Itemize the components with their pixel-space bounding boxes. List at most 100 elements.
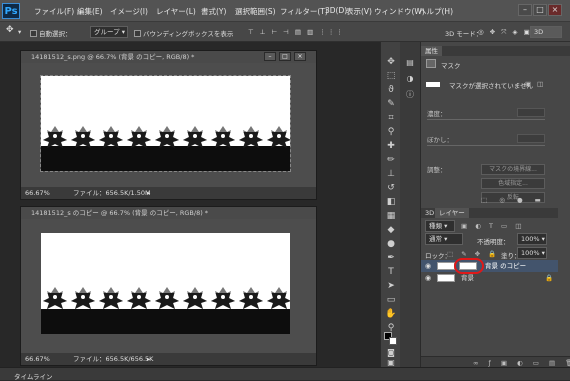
background-color-swatch[interactable]	[389, 337, 397, 345]
doc1-canvas-area[interactable]	[21, 63, 316, 187]
hand-tool-icon[interactable]: ✋	[384, 308, 398, 321]
dodge-tool-icon[interactable]: ●	[384, 238, 398, 251]
feather-slider[interactable]	[427, 145, 545, 146]
document-2-title[interactable]: 14181512_s のコピー @ 66.7% (背景 のコピー, RGB/8)…	[21, 207, 316, 219]
properties-tab[interactable]: 属性	[421, 46, 442, 56]
doc2-lace-pattern	[41, 283, 290, 311]
tool-preset-arrow-icon[interactable]: ▾	[18, 28, 21, 36]
menu-select[interactable]: 選択範囲(S)	[235, 6, 276, 17]
menu-image[interactable]: イメージ(I)	[110, 6, 148, 17]
menu-file[interactable]: ファイル(F)	[34, 6, 74, 17]
menu-edit[interactable]: 編集(E)	[77, 6, 103, 17]
doc1-status-arrow-icon[interactable]: ▸	[147, 187, 150, 199]
mask-thumb-icon	[426, 82, 440, 87]
doc2-canvas-area[interactable]	[21, 219, 316, 353]
auto-select-target-dropdown[interactable]: グループ ▾	[90, 26, 128, 38]
align-icons[interactable]: ⊤ ⊥ ⊢ ⊣ ▤ ▥ ⋮⋮⋮	[248, 28, 345, 36]
visibility-eye-icon[interactable]: ◉	[425, 260, 431, 272]
layers-tab[interactable]: レイヤー	[435, 208, 469, 218]
document-window-2[interactable]: 14181512_s のコピー @ 66.7% (背景 のコピー, RGB/8)…	[20, 206, 317, 366]
doc2-status-bar: 66.67% ファイル：656.5K/656.5K ▸	[21, 353, 316, 365]
menu-view[interactable]: 表示(V)	[346, 6, 372, 17]
info-panel-icon[interactable]: ⓘ	[403, 88, 417, 101]
vector-mask-icon[interactable]: ◫	[537, 80, 543, 88]
menu-bar: Ps ファイル(F) 編集(E) イメージ(I) レイヤー(L) 書式(Y) 選…	[0, 0, 570, 22]
doc1-minimize-button[interactable]: –	[264, 52, 276, 61]
options-bar: ✥ ▾ 自動選択： グループ ▾ バウンディングボックスを表示 ⊤ ⊥ ⊢ ⊣ …	[0, 22, 570, 42]
bottom-status-bar: タイムライン	[0, 367, 570, 381]
layers-tab-bar: 3D レイヤー	[421, 208, 558, 218]
mask-title: マスク	[441, 62, 461, 70]
path-select-tool-icon[interactable]: ➤	[384, 280, 398, 293]
minimize-button[interactable]: –	[518, 4, 532, 16]
pixel-mask-icon[interactable]: ▣	[525, 80, 531, 88]
lock-icon: 🔒	[545, 274, 554, 282]
menu-help[interactable]: ヘルプ(H)	[419, 6, 453, 17]
history-panel-icon[interactable]: ▤	[403, 56, 417, 69]
right-panels: 属性 マスク マスクが選択されていません ▣ ◫ 濃度： ぼかし： 調整： マス…	[420, 42, 570, 367]
move-tool-icon[interactable]: ✥	[6, 25, 14, 35]
menu-window[interactable]: ウィンドウ(W)	[374, 6, 425, 17]
doc2-black-band	[41, 309, 290, 334]
brush-tool-icon[interactable]: ✏	[384, 154, 398, 167]
color-range-button[interactable]: 色域指定...	[481, 178, 545, 189]
move-tool-icon[interactable]: ✥	[384, 56, 398, 69]
doc1-maximize-button[interactable]: □	[279, 52, 291, 61]
feather-field[interactable]	[517, 134, 545, 143]
collapsed-panel-strip: ▤ ◑ ⓘ	[400, 42, 420, 367]
bounding-box-checkbox[interactable]: バウンディングボックスを表示	[134, 28, 233, 38]
close-button[interactable]: ×	[548, 4, 562, 16]
maximize-button[interactable]: □	[533, 4, 547, 16]
layer-name[interactable]: 背景	[461, 272, 474, 284]
type-tool-icon[interactable]: T	[384, 266, 398, 279]
blend-mode-dropdown[interactable]: 通常 ▾	[425, 233, 463, 245]
opacity-field[interactable]: 100% ▾	[517, 233, 547, 245]
properties-tab-bar: 属性	[421, 46, 570, 56]
doc1-lace-pattern	[41, 122, 290, 150]
lasso-tool-icon[interactable]: ϑ	[384, 84, 398, 97]
layer-filter-icons[interactable]: ▣ ◐ T ▭ ◫	[461, 222, 524, 230]
doc2-zoom[interactable]: 66.67%	[25, 353, 50, 365]
eyedropper-tool-icon[interactable]: ⚲	[384, 126, 398, 139]
auto-select-checkbox[interactable]: 自動選択：	[30, 28, 72, 38]
layer-row-copy[interactable]: ◉ 背景 のコピー	[421, 258, 558, 274]
layer-name[interactable]: 背景 のコピー	[485, 260, 526, 272]
mask-edge-button[interactable]: マスクの境界線...	[481, 164, 545, 175]
history-brush-tool-icon[interactable]: ↺	[384, 182, 398, 195]
doc1-image	[40, 75, 291, 172]
menu-type[interactable]: 書式(Y)	[201, 6, 226, 17]
clone-stamp-tool-icon[interactable]: ⊥	[384, 168, 398, 181]
visibility-eye-icon[interactable]: ◉	[425, 272, 431, 284]
density-slider[interactable]	[427, 119, 545, 120]
quick-select-tool-icon[interactable]: ✎	[384, 98, 398, 111]
menu-filter[interactable]: フィルター(T)	[280, 6, 328, 17]
gradient-tool-icon[interactable]: ▦	[384, 210, 398, 223]
doc1-close-button[interactable]: ×	[294, 52, 306, 61]
mask-actions-icons[interactable]: ⬚ ◎ ● ▬	[481, 196, 546, 204]
adjustments-panel-icon[interactable]: ◑	[403, 72, 417, 85]
layer-footer-icons[interactable]: ∞ ƒ ▣ ◐ ▭ ▤ 🗑	[473, 359, 570, 367]
healing-brush-tool-icon[interactable]: ✚	[384, 140, 398, 153]
pen-tool-icon[interactable]: ✒	[384, 252, 398, 265]
eraser-tool-icon[interactable]: ◧	[384, 196, 398, 209]
fill-field[interactable]: 100% ▾	[517, 247, 547, 259]
doc1-zoom[interactable]: 66.67%	[25, 187, 50, 199]
layer-row-background[interactable]: ◉ 背景 🔒	[421, 272, 558, 284]
opacity-label: 不透明度：	[477, 238, 510, 246]
blur-tool-icon[interactable]: ◆	[384, 224, 398, 237]
document-workspace: 14181512_s.png @ 66.7% (背景 のコピー, RGB/8) …	[0, 42, 380, 367]
lock-icons[interactable]: ⬚ ✎ ✥ 🔒	[447, 250, 499, 258]
menu-3d[interactable]: 3D(D)	[325, 6, 347, 15]
layer-kind-filter[interactable]: 種類 ▾	[425, 220, 455, 232]
document-window-1[interactable]: 14181512_s.png @ 66.7% (背景 のコピー, RGB/8) …	[20, 50, 317, 200]
doc1-status-bar: 66.67% ファイル：656.5K/1.50M ▸	[21, 187, 316, 199]
marquee-tool-icon[interactable]: ⬚	[384, 70, 398, 83]
layers-footer: ∞ ƒ ▣ ◐ ▭ ▤ 🗑	[421, 356, 570, 367]
menu-layer[interactable]: レイヤー(L)	[156, 6, 196, 17]
density-field[interactable]	[517, 108, 545, 117]
workspace-dropdown[interactable]: 3D	[530, 26, 562, 38]
shape-tool-icon[interactable]: ▭	[384, 294, 398, 307]
3d-mode-icons[interactable]: ◎ ✥ ⤧ ◈ ▣	[478, 28, 532, 37]
doc2-status-arrow-icon[interactable]: ▸	[147, 353, 150, 365]
crop-tool-icon[interactable]: ⌗	[384, 112, 398, 125]
